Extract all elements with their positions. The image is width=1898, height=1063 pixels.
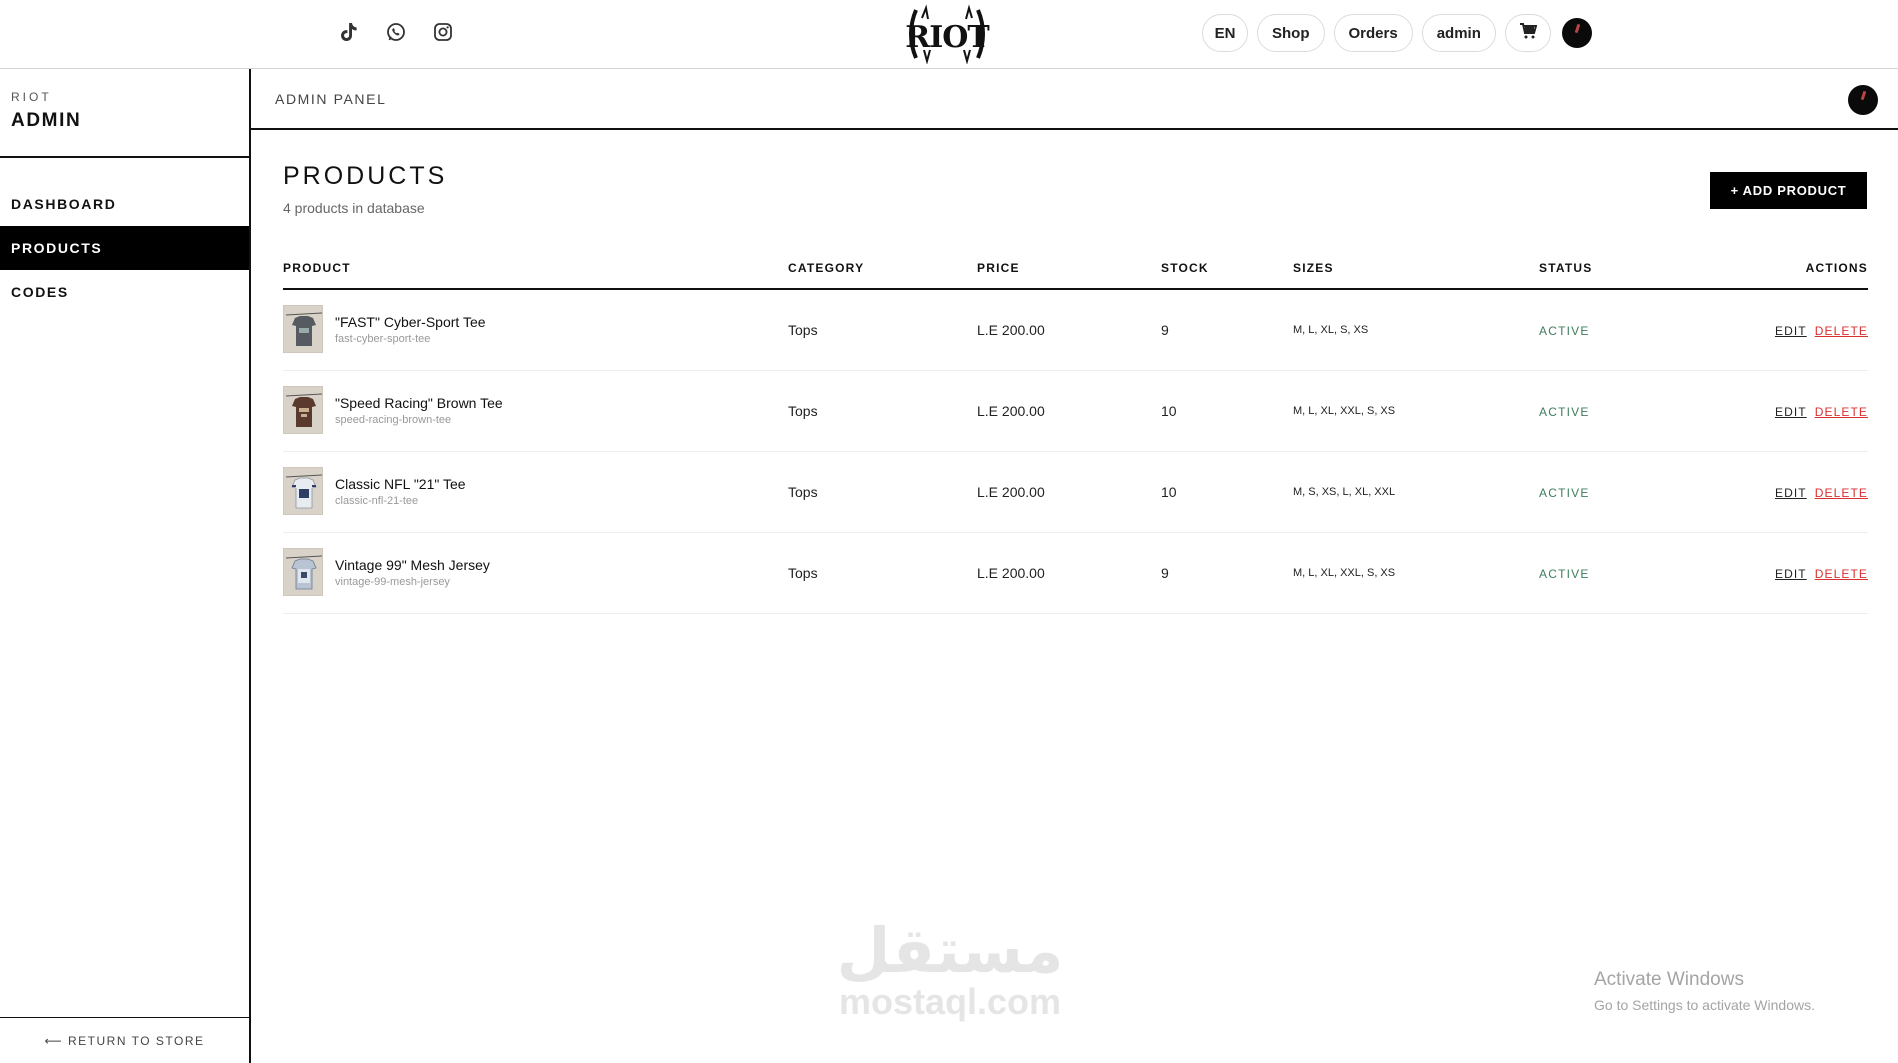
product-slug: vintage-99-mesh-jersey [335,576,450,588]
sidebar-brand: RIOT ADMIN [0,69,249,158]
svg-text:RIOT: RIOT [905,20,990,55]
products-count: 4 products in database [283,200,425,216]
activate-windows-title: Activate Windows [1594,969,1744,990]
column-stock[interactable]: STOCK [1161,261,1209,275]
nav-user[interactable]: admin [1421,14,1496,52]
status-badge: ACTIVE [1539,405,1590,419]
product-sizes: M, L, XL, S, XS [1293,324,1369,336]
product-name[interactable]: "FAST" Cyber-Sport Tee [335,314,486,330]
watermark-arabic: مستقل [836,914,1064,987]
status-badge: ACTIVE [1539,486,1590,500]
product-slug: classic-nfl-21-tee [335,495,419,507]
product-price: L.E 200.00 [977,484,1045,500]
mostaql-watermark: مستقل mostaql.com [832,920,1068,1020]
sidebar-item-products[interactable]: PRODUCTS [0,226,249,270]
products-table: PRODUCT CATEGORY PRICE STOCK SIZES STATU… [283,261,1868,614]
column-product[interactable]: PRODUCT [283,261,351,275]
edit-button[interactable]: EDIT [1775,405,1807,419]
admin-avatar[interactable] [1848,85,1878,115]
product-sizes: M, S, XS, L, XL, XXL [1293,486,1396,498]
delete-button[interactable]: DELETE [1815,567,1868,581]
row-actions: EDIT DELETE [1775,405,1868,419]
product-sizes: M, L, XL, XXL, S, XS [1293,567,1396,579]
watermark-latin: mostaql.com [838,981,1062,1022]
product-stock: 10 [1161,484,1177,500]
product-name[interactable]: "Speed Racing" Brown Tee [335,395,503,411]
product-stock: 9 [1161,565,1169,581]
cart-button[interactable] [1504,14,1551,52]
product-name[interactable]: Vintage 99" Mesh Jersey [335,557,490,573]
product-thumbnail[interactable] [283,305,323,353]
edit-button[interactable]: EDIT [1775,324,1807,338]
product-slug: fast-cyber-sport-tee [335,333,431,345]
edit-button[interactable]: EDIT [1775,567,1807,581]
product-category: Tops [788,322,818,338]
product-slug: speed-racing-brown-tee [335,414,452,426]
row-actions: EDIT DELETE [1775,567,1868,581]
product-thumbnail[interactable] [283,548,323,596]
row-actions: EDIT DELETE [1775,324,1868,338]
admin-sidebar: RIOT ADMIN DASHBOARD PRODUCTS CODES ⟵ RE… [0,69,251,1063]
activate-windows-notice: Activate Windows Go to Settings to activ… [1594,969,1815,1013]
product-sizes: M, L, XL, XXL, S, XS [1293,405,1396,417]
status-badge: ACTIVE [1539,324,1590,338]
column-status[interactable]: STATUS [1539,261,1592,275]
admin-panel-label: ADMIN PANEL [275,91,387,107]
table-row: "FAST" Cyber-Sport Tee fast-cyber-sport-… [283,290,1868,371]
product-category: Tops [788,403,818,419]
column-category[interactable]: CATEGORY [788,261,864,275]
table-row: Vintage 99" Mesh Jersey vintage-99-mesh-… [283,533,1868,614]
tiktok-icon[interactable] [337,20,361,44]
user-avatar[interactable] [1561,18,1592,48]
instagram-icon[interactable] [431,20,455,44]
column-price[interactable]: PRICE [977,261,1020,275]
add-product-button[interactable]: + ADD PRODUCT [1710,172,1867,209]
cart-icon [1519,23,1538,43]
delete-button[interactable]: DELETE [1815,324,1868,338]
page-title: PRODUCTS [283,162,448,190]
product-name[interactable]: Classic NFL "21" Tee [335,476,466,492]
row-actions: EDIT DELETE [1775,486,1868,500]
top-nav: EN Shop Orders admin [1202,14,1592,52]
nav-orders[interactable]: Orders [1333,14,1413,52]
table-header: PRODUCT CATEGORY PRICE STOCK SIZES STATU… [283,261,1868,290]
edit-button[interactable]: EDIT [1775,486,1807,500]
sidebar-item-codes[interactable]: CODES [0,270,249,314]
sidebar-nav: DASHBOARD PRODUCTS CODES [0,182,249,314]
product-stock: 9 [1161,322,1169,338]
delete-button[interactable]: DELETE [1815,405,1868,419]
product-thumbnail[interactable] [283,386,323,434]
sidebar-item-dashboard[interactable]: DASHBOARD [0,182,249,226]
activate-windows-subtitle: Go to Settings to activate Windows. [1594,997,1815,1013]
product-category: Tops [788,484,818,500]
nav-shop[interactable]: Shop [1257,14,1325,52]
brand-title: ADMIN [11,110,82,131]
brand-logo[interactable]: RIOT [902,4,992,65]
brand-subtitle: RIOT [11,90,52,104]
product-price: L.E 200.00 [977,403,1045,419]
product-price: L.E 200.00 [977,565,1045,581]
language-switch[interactable]: EN [1202,14,1248,52]
return-to-store-link[interactable]: ⟵ RETURN TO STORE [0,1017,249,1063]
product-category: Tops [788,565,818,581]
status-badge: ACTIVE [1539,567,1590,581]
table-row: Classic NFL "21" Tee classic-nfl-21-tee … [283,452,1868,533]
product-stock: 10 [1161,403,1177,419]
column-actions: ACTIONS [1805,261,1868,275]
table-row: "Speed Racing" Brown Tee speed-racing-br… [283,371,1868,452]
column-sizes[interactable]: SIZES [1293,261,1334,275]
admin-panel-header: ADMIN PANEL [251,69,1898,130]
top-navbar: RIOT EN Shop Orders admin [0,0,1898,69]
whatsapp-icon[interactable] [384,20,408,44]
social-links [337,20,455,44]
product-price: L.E 200.00 [977,322,1045,338]
delete-button[interactable]: DELETE [1815,486,1868,500]
product-thumbnail[interactable] [283,467,323,515]
